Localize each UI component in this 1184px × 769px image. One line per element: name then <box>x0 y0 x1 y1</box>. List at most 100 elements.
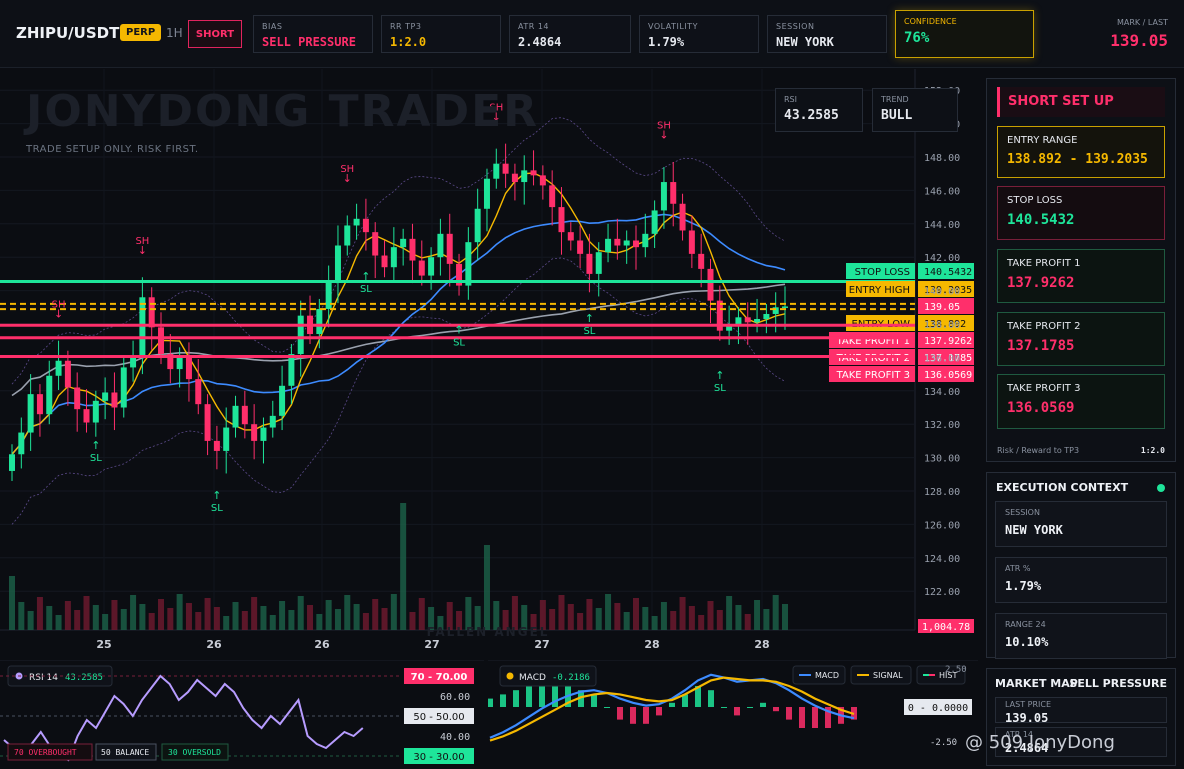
arrow-down-icon: ↓ <box>659 129 668 142</box>
volume-bar <box>251 597 258 630</box>
candle-body <box>782 306 788 308</box>
volume-bar <box>223 616 230 630</box>
candle-body <box>334 245 341 281</box>
price-chart[interactable]: STOP LOSS140.5432ENTRY HIGH139.2035ENTRY… <box>0 69 975 659</box>
volume-bar <box>297 596 304 630</box>
watermark-title: JONYDONG TRADER <box>26 86 540 137</box>
level-value: 136.0569 <box>924 370 972 381</box>
macd-hist-bar <box>760 702 766 707</box>
execution-title: EXECUTION CONTEXT <box>996 481 1129 494</box>
rsi-mini-box: RSI 43.2585 <box>775 88 863 132</box>
macd-hist-bar <box>812 707 818 728</box>
volume-bar <box>586 599 593 630</box>
date-tick-label: 25 <box>96 638 111 651</box>
macd-panel[interactable]: MACD -0.2186 MACD SIGNAL HIST 2.50 0 - 0… <box>488 660 978 769</box>
macd-hist-bar <box>656 707 662 716</box>
price-tick-label: 128.00 <box>924 487 960 498</box>
exec-session-card: SESSION NEW YORK <box>995 501 1167 547</box>
volume-bar <box>176 594 183 630</box>
candle-body <box>483 178 490 209</box>
macd-value: -0.2186 <box>552 673 590 683</box>
volume-bar <box>642 607 649 630</box>
panel-title: SHORT SET UP <box>997 87 1165 117</box>
direction-badge: SHORT <box>188 20 242 48</box>
watermark-subtitle: TRADE SETUP ONLY. RISK FIRST. <box>26 144 199 155</box>
volume-bar <box>726 596 733 630</box>
volume-bar <box>567 604 574 630</box>
moving-averages <box>11 172 786 455</box>
candle-body <box>232 405 239 428</box>
volume-bar <box>232 602 239 630</box>
date-tick-label: 28 <box>644 638 659 651</box>
rsi-value: 43.2585 <box>65 673 103 683</box>
price-tick-label: 148.00 <box>924 153 960 164</box>
candle-body <box>437 233 444 258</box>
macd-hist-bar <box>500 694 506 707</box>
candle-body <box>614 238 621 246</box>
rsi-axis-40: 40.00 <box>440 732 470 743</box>
candle-body <box>642 233 649 248</box>
ma-slow-line <box>11 283 786 397</box>
candle-body <box>428 257 435 276</box>
volume-bar <box>632 598 639 630</box>
take-profit-2-card: TAKE PROFIT 2 137.1785 <box>997 312 1165 366</box>
candle-body <box>36 394 43 415</box>
volume-bar <box>623 612 630 630</box>
volume-bar <box>158 599 165 630</box>
volume-bar <box>418 598 425 630</box>
level-name: TAKE PROFIT 2 <box>836 353 910 364</box>
rsi-axis-60: 60.00 <box>440 692 470 703</box>
ma-mid-line <box>11 213 786 455</box>
market-map-bias: SELL PRESSURE <box>1069 677 1167 690</box>
candle-body <box>586 253 593 274</box>
volume-bar <box>735 605 742 630</box>
volume-bar <box>18 602 25 630</box>
candle-body <box>185 357 192 380</box>
timeframe-label[interactable]: 1H <box>166 26 183 40</box>
upper-band-line <box>11 117 786 385</box>
candle-body <box>707 268 714 301</box>
volume-bar <box>269 615 276 630</box>
macd-hist-bar <box>773 707 779 712</box>
candlesticks <box>9 143 788 481</box>
candle-body <box>176 357 183 370</box>
macd-hist-bar <box>799 707 805 728</box>
rsi-panel[interactable]: RSI 14 43.2585 70 - 70.00 60.00 50 - 50.… <box>0 660 484 769</box>
volume-bar <box>577 613 584 630</box>
arrow-down-icon: ↓ <box>54 307 63 320</box>
top-bar: ZHIPU/USDT PERP 1H SHORT BIAS SELL PRESS… <box>0 0 1184 68</box>
volume-bar <box>353 604 360 630</box>
macd-hist-bar <box>708 690 714 707</box>
candle-body <box>530 170 537 176</box>
price-tick-label: 126.00 <box>924 520 960 531</box>
swing-low-label: SL <box>453 338 465 349</box>
candle-body <box>269 415 276 428</box>
candle-body <box>102 392 109 401</box>
candle-body <box>279 385 286 416</box>
take-profit-1-card: TAKE PROFIT 1 137.9262 <box>997 249 1165 303</box>
candle-body <box>558 207 565 233</box>
volume-bar <box>595 608 602 630</box>
bollinger-bands <box>11 117 786 525</box>
arrow-up-icon: ↑ <box>212 489 221 502</box>
candle-body <box>9 454 15 471</box>
market-map-title: MARKET MAP <box>995 677 1078 690</box>
arrow-up-icon: ↑ <box>361 270 370 283</box>
volume-bar <box>772 595 779 630</box>
macd-hist-bar <box>488 698 493 707</box>
candle-body <box>353 218 360 226</box>
legend-oversold: 30 OVERSOLD <box>168 748 221 757</box>
arrow-up-icon: ↑ <box>585 312 594 325</box>
candle-body <box>288 354 295 386</box>
price-tick-label: 136.00 <box>924 353 960 364</box>
volume-bar <box>288 610 295 630</box>
candle-body <box>316 308 323 335</box>
rsi-overbought-tag: 70 - 70.00 <box>411 672 468 683</box>
symbol-title: ZHIPU/USDT <box>16 24 120 42</box>
volume-bar <box>362 613 369 630</box>
candle-body <box>344 225 351 246</box>
candle-body <box>260 427 267 441</box>
macd-histogram <box>488 681 857 728</box>
macd-hist-bar <box>643 707 649 724</box>
arrow-up-icon: ↑ <box>454 324 463 337</box>
